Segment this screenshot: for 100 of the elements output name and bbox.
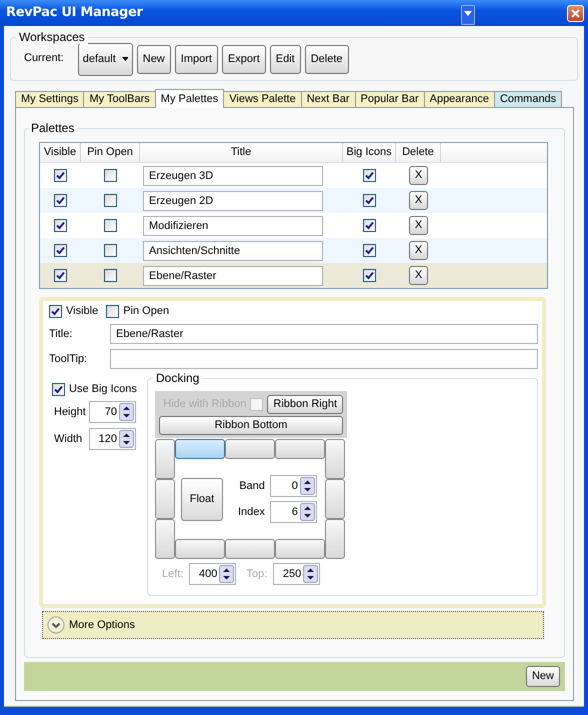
new-button[interactable]: New: [526, 666, 560, 687]
checkbox[interactable]: [104, 169, 117, 182]
checkbox[interactable]: [54, 169, 67, 182]
number-field[interactable]: 6: [270, 501, 317, 524]
tab[interactable]: My ToolBars: [83, 91, 156, 108]
checkbox[interactable]: [363, 244, 376, 257]
checkbox[interactable]: [54, 194, 67, 207]
remove-row-button[interactable]: X: [409, 191, 428, 210]
title-field[interactable]: Ansichten/Schnitte: [143, 240, 323, 260]
remove-row-button[interactable]: X: [409, 266, 428, 285]
dock-position-button[interactable]: [225, 539, 275, 560]
dock-position-button[interactable]: [155, 519, 175, 560]
workspace-button[interactable]: Import: [174, 44, 218, 74]
dock-position-button[interactable]: [275, 539, 325, 560]
workspace-button[interactable]: New: [136, 44, 171, 74]
number-field[interactable]: 250: [273, 563, 320, 586]
tab[interactable]: My Settings: [15, 91, 84, 108]
field-label: Left:: [162, 568, 184, 581]
column-header: Visible: [40, 143, 81, 162]
dock-position-button[interactable]: [275, 439, 325, 460]
remove-row-button[interactable]: X: [409, 166, 428, 185]
ribbon-bottom-button[interactable]: Ribbon Bottom: [159, 416, 343, 436]
workspace-dropdown[interactable]: default: [78, 42, 133, 76]
field-label: Index: [238, 506, 265, 519]
close-icon: [571, 8, 580, 18]
tab[interactable]: Views Palette: [223, 91, 302, 108]
workspace-button[interactable]: Edit: [270, 44, 301, 74]
tooltip-field[interactable]: [110, 349, 538, 370]
checkbox[interactable]: [363, 169, 376, 182]
column-header: Delete: [396, 143, 441, 162]
number-field[interactable]: 400: [189, 563, 236, 586]
dock-position-button[interactable]: [155, 479, 175, 520]
checkbox[interactable]: [363, 269, 376, 282]
checkbox-label: Pin Open: [123, 305, 170, 318]
number-field[interactable]: 0: [270, 475, 317, 498]
workspace-button[interactable]: Delete: [304, 44, 349, 74]
dock-position-button[interactable]: [155, 439, 175, 480]
checkbox[interactable]: [52, 383, 65, 396]
column-header: Pin Open: [81, 143, 140, 162]
workspace-button[interactable]: Export: [222, 44, 266, 74]
checkbox[interactable]: [104, 269, 117, 282]
title-field[interactable]: Ebene/Raster: [110, 324, 538, 344]
number-field[interactable]: 120: [89, 428, 136, 450]
title-field[interactable]: Ebene/Raster: [143, 266, 323, 286]
float-button[interactable]: Float: [181, 478, 223, 521]
dock-position-button[interactable]: [175, 439, 225, 460]
group-label: Palettes: [28, 121, 78, 136]
window-title: RevPac UI Manager: [6, 5, 143, 21]
table-row[interactable]: Erzeugen 3D X: [40, 163, 547, 188]
title-field[interactable]: Erzeugen 2D: [143, 190, 323, 210]
checkbox[interactable]: [104, 244, 117, 257]
spinner-icon[interactable]: [300, 503, 315, 522]
number-field[interactable]: 70: [89, 401, 136, 424]
dock-position-button[interactable]: [325, 519, 345, 560]
checkbox-label: Use Big Icons: [69, 383, 137, 396]
field-label: Band: [239, 480, 265, 493]
spinner-icon[interactable]: [303, 565, 318, 584]
table-row[interactable]: Ansichten/Schnitte X: [40, 238, 547, 263]
checkbox-label: Visible: [66, 305, 98, 318]
checkbox[interactable]: [54, 269, 67, 282]
field-label: Title:: [49, 328, 74, 341]
tab[interactable]: Next Bar: [300, 91, 356, 108]
dock-position-button[interactable]: [325, 479, 345, 520]
checkbox[interactable]: [49, 305, 62, 318]
field-label: Height: [53, 406, 87, 419]
table-row[interactable]: Erzeugen 2D X: [40, 188, 547, 213]
checkbox[interactable]: [106, 305, 120, 318]
ribbon-right-button[interactable]: Ribbon Right: [267, 395, 343, 414]
field-label: Top:: [246, 568, 268, 581]
column-header: Big Icons: [343, 143, 396, 162]
title-field[interactable]: Modifizieren: [143, 216, 323, 236]
table-row[interactable]: Modifizieren X: [40, 213, 547, 238]
group-label: Docking: [153, 371, 202, 386]
checkbox[interactable]: [104, 219, 117, 232]
checkbox[interactable]: [54, 219, 67, 232]
tab[interactable]: Popular Bar: [354, 91, 425, 108]
column-header: Title: [140, 143, 343, 162]
spinner-icon[interactable]: [119, 403, 134, 422]
checkbox[interactable]: [363, 219, 376, 232]
checkbox[interactable]: [104, 194, 117, 207]
dock-position-button[interactable]: [175, 539, 225, 560]
spinner-icon[interactable]: [300, 477, 315, 496]
spinner-icon[interactable]: [119, 430, 134, 448]
dropdown-tab-icon[interactable]: [461, 5, 475, 25]
field-label: Width: [53, 432, 84, 446]
spinner-icon[interactable]: [219, 565, 234, 584]
tab[interactable]: Commands: [494, 91, 562, 108]
tab[interactable]: Appearance: [424, 91, 495, 108]
expander[interactable]: More Options: [42, 611, 544, 640]
checkbox[interactable]: [250, 398, 264, 412]
checkbox[interactable]: [54, 244, 67, 257]
dock-position-button[interactable]: [225, 439, 275, 460]
remove-row-button[interactable]: X: [409, 216, 428, 235]
remove-row-button[interactable]: X: [409, 241, 428, 260]
title-field[interactable]: Erzeugen 3D: [143, 166, 323, 186]
selected-row[interactable]: Ebene/Raster X: [40, 263, 547, 288]
close-button[interactable]: [567, 4, 584, 22]
tab[interactable]: My Palettes: [154, 89, 224, 108]
dock-position-button[interactable]: [325, 439, 345, 480]
checkbox[interactable]: [363, 194, 376, 207]
